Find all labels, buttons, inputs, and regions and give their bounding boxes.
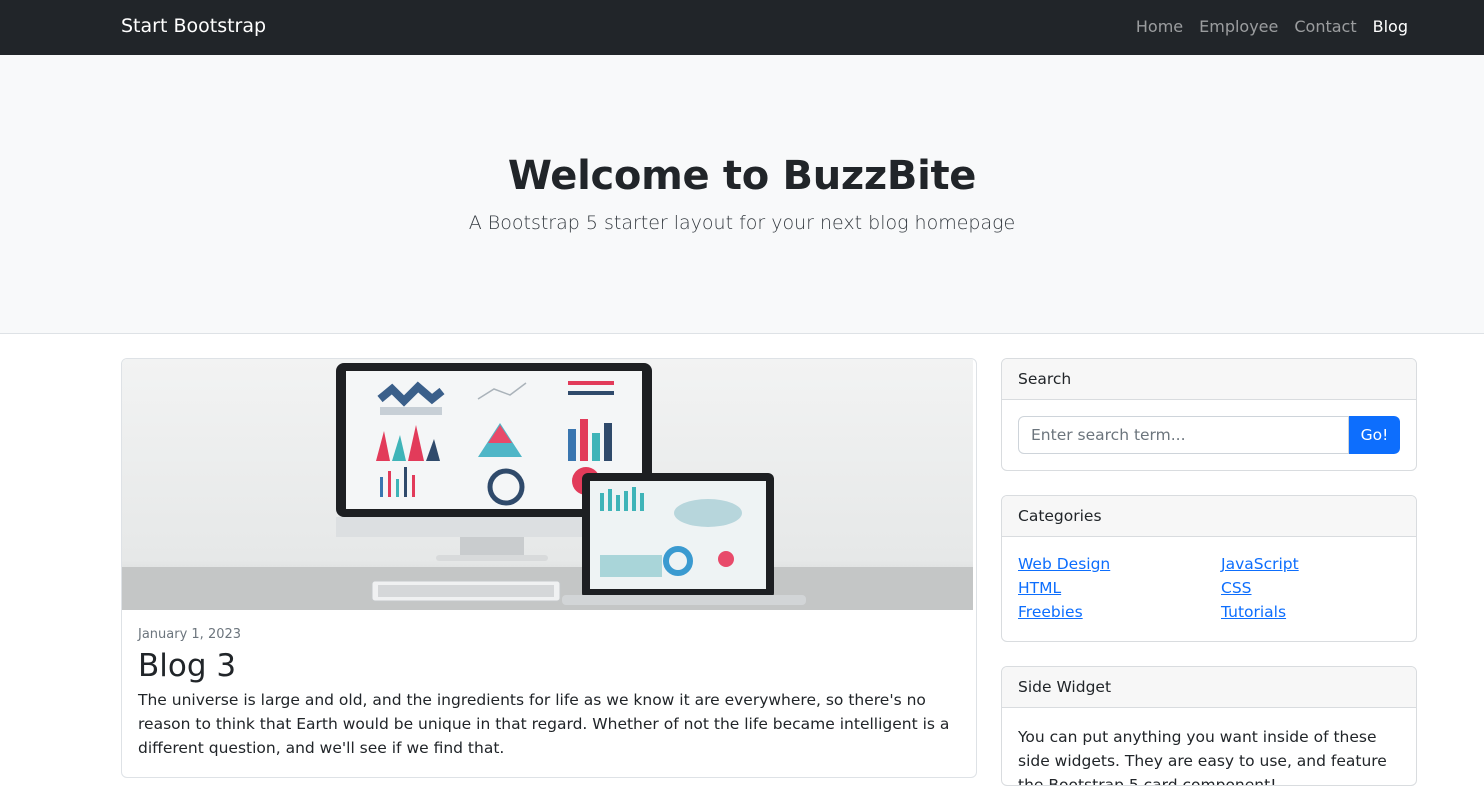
search-widget-header: Search xyxy=(1002,359,1416,400)
nav-links: Home Employee Contact Blog xyxy=(1136,17,1408,36)
side-widget: Side Widget You can put anything you wan… xyxy=(1001,666,1417,786)
categories-widget-header: Categories xyxy=(1002,496,1416,537)
search-widget: Search Go! xyxy=(1001,358,1417,471)
post-title: Blog 3 xyxy=(138,648,237,684)
search-go-button[interactable]: Go! xyxy=(1349,416,1400,454)
category-link-css[interactable]: CSS xyxy=(1221,578,1398,599)
category-link-web-design[interactable]: Web Design xyxy=(1018,554,1221,575)
hero-header: Welcome to BuzzBite A Bootstrap 5 starte… xyxy=(0,55,1484,334)
category-link-freebies[interactable]: Freebies xyxy=(1018,602,1221,623)
post-date: January 1, 2023 xyxy=(138,627,242,642)
categories-list: Web Design JavaScript HTML CSS Freebies … xyxy=(1018,554,1398,623)
side-widget-text: You can put anything you want inside of … xyxy=(1018,728,1387,786)
post-excerpt: The universe is large and old, and the i… xyxy=(138,691,950,757)
category-link-tutorials[interactable]: Tutorials xyxy=(1221,602,1398,623)
category-link-html[interactable]: HTML xyxy=(1018,578,1221,599)
navbar-brand[interactable]: Start Bootstrap xyxy=(121,15,266,37)
nav-link-contact[interactable]: Contact xyxy=(1294,17,1356,36)
nav-link-home[interactable]: Home xyxy=(1136,17,1183,36)
post-body: January 1, 2023 Blog 3 The universe is l… xyxy=(138,627,960,760)
category-link-javascript[interactable]: JavaScript xyxy=(1221,554,1398,575)
side-widget-header: Side Widget xyxy=(1002,667,1416,708)
post-image[interactable] xyxy=(122,359,973,610)
hero-subtitle: A Bootstrap 5 starter layout for your ne… xyxy=(468,212,1016,234)
featured-post-card: January 1, 2023 Blog 3 The universe is l… xyxy=(121,358,977,778)
search-input[interactable] xyxy=(1018,416,1349,454)
post-image-illustration xyxy=(122,359,973,610)
nav-link-employee[interactable]: Employee xyxy=(1199,17,1278,36)
categories-widget: Categories Web Design JavaScript HTML CS… xyxy=(1001,495,1417,642)
navbar: Start Bootstrap Home Employee Contact Bl… xyxy=(0,0,1484,55)
search-row: Go! xyxy=(1018,416,1400,454)
hero-title: Welcome to BuzzBite xyxy=(507,153,977,199)
nav-link-blog[interactable]: Blog xyxy=(1373,17,1408,36)
